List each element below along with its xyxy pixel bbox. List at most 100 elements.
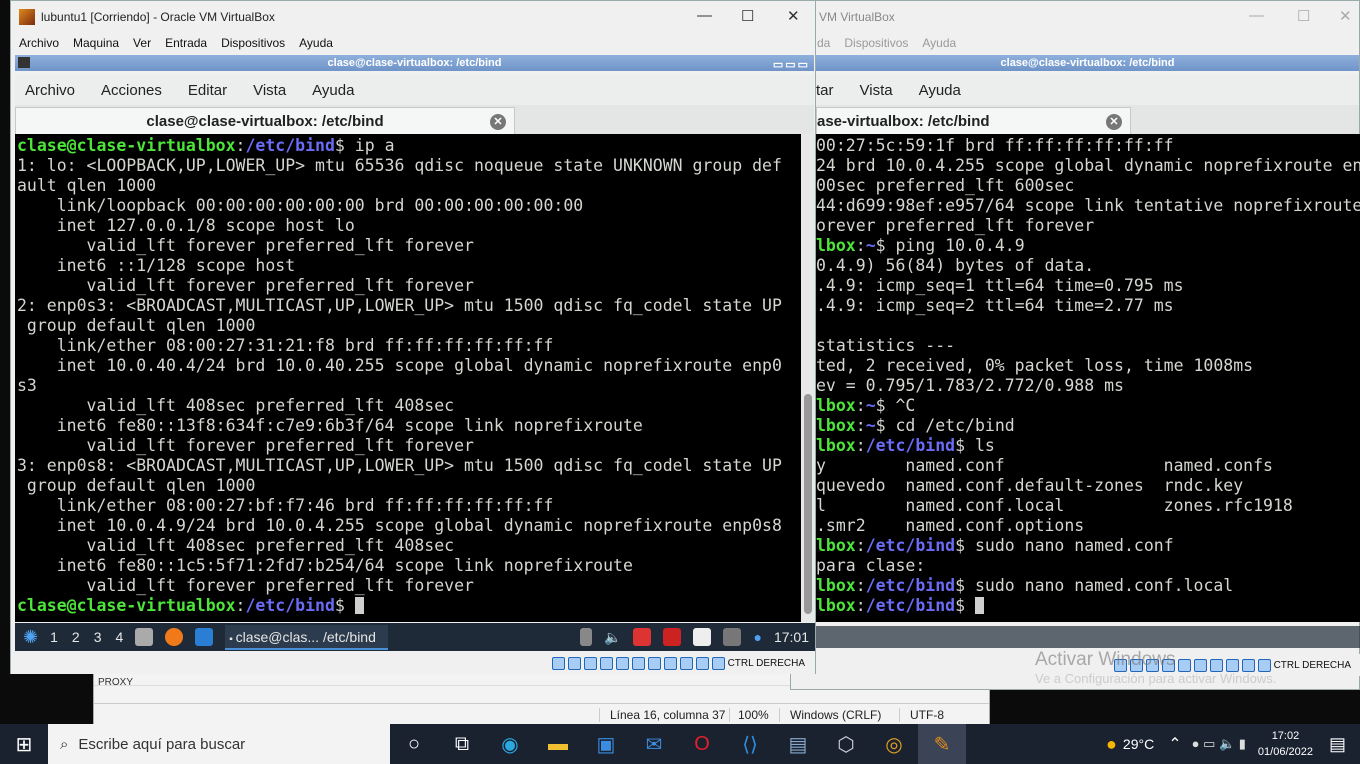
bluetooth-icon[interactable]: ●	[753, 629, 761, 645]
edge-icon[interactable]: ◉	[486, 724, 534, 764]
host-key-label: CTRL DERECHA	[1273, 659, 1351, 671]
maximize-button[interactable]: ☐	[1297, 7, 1310, 25]
workspace-3[interactable]: 3	[94, 629, 102, 645]
status-zoom: 100%	[729, 707, 779, 722]
close-tab-icon[interactable]: ✕	[490, 114, 506, 130]
menu-item[interactable]: Vista	[253, 82, 286, 99]
notepad-icon[interactable]: ▤	[774, 724, 822, 764]
right-terminal-output[interactable]: 00:27:5c:59:1f brd ff:ff:ff:ff:ff:ff 24 b…	[816, 134, 1360, 622]
weather-temp[interactable]: 29°C	[1123, 736, 1154, 752]
menu-item[interactable]: Maquina	[73, 36, 119, 50]
prompt-line: clase@clase-virtualbox:/etc/bind$ ip a	[17, 136, 395, 155]
opera-icon[interactable]: O	[678, 724, 726, 764]
output-line: valid_lft 408sec preferred_lft 408sec	[17, 536, 455, 555]
prompt-path: /etc/bind	[865, 436, 956, 455]
output-line: valid_lft forever preferred_lft forever	[17, 276, 474, 295]
cortana-icon[interactable]: ○	[390, 724, 438, 764]
virtualbox-3d-icon[interactable]: ⬡	[822, 724, 870, 764]
network-icon[interactable]	[633, 628, 652, 646]
menu-item[interactable]: Dispositivos	[221, 36, 285, 50]
output-line: 1: lo: <LOOPBACK,UP,LOWER_UP> mtu 65536 …	[17, 156, 782, 175]
search-box[interactable]: ⌕ Escribe aquí para buscar	[48, 724, 390, 764]
output-line: link/loopback 00:00:00:00:00:00 brd 00:0…	[17, 196, 584, 215]
left-terminal-output[interactable]: clase@clase-virtualbox:/etc/bind$ ip a 1:…	[15, 134, 801, 622]
output-line: .smr2 named.conf.options	[816, 516, 1085, 535]
menu-item[interactable]: Archivo	[25, 82, 75, 99]
start-button[interactable]: ⊞	[0, 724, 48, 764]
menu-item[interactable]: Ayuda	[922, 36, 956, 50]
lubuntu-taskbar: ✺ 1234 ▪ clase@clas... /etc/bind 🔈 ● 17:…	[15, 623, 815, 651]
menu-item[interactable]: da	[817, 36, 830, 50]
menu-item[interactable]: Acciones	[101, 82, 162, 99]
lubuntu-menu-icon[interactable]: ✺	[23, 627, 38, 648]
prompt-path: /etc/bind	[245, 596, 335, 615]
menu-item[interactable]: Dispositivos	[844, 36, 908, 50]
mail-icon[interactable]: ✉	[630, 724, 678, 764]
notepad-statusbar: Línea 16, columna 37 100% Windows (CRLF)…	[94, 703, 989, 725]
tab-label: clase@clase-virtualbox: /etc/bind	[146, 112, 384, 130]
prompt-path: /etc/bind	[865, 536, 956, 555]
prompt-user: lbox	[816, 436, 856, 455]
chrome-icon[interactable]: ◎	[870, 724, 918, 764]
tray-chevron-icon[interactable]: ⌃	[1168, 734, 1181, 754]
output-line: inet6 fe80::13f8:634f:c7e9:6b3f/64 scope…	[17, 416, 643, 435]
file-manager-icon[interactable]	[135, 628, 154, 646]
close-button[interactable]: ✕	[1339, 7, 1352, 25]
menu-item[interactable]: Ayuda	[299, 36, 333, 50]
prompt-path: /etc/bind	[865, 596, 956, 615]
menu-item[interactable]: Editar	[188, 82, 227, 99]
workspace-4[interactable]: 4	[115, 629, 123, 645]
maximize-button[interactable]: ☐	[741, 7, 754, 25]
tray-icons[interactable]: ● ▭ 🔈 ▮	[1192, 736, 1246, 752]
battery-icon[interactable]	[663, 628, 682, 646]
vscode-icon[interactable]: ⟨⟩	[726, 724, 774, 764]
screen-icon[interactable]	[723, 628, 742, 646]
minimize-button[interactable]: —	[697, 7, 712, 24]
volume-icon[interactable]: 🔈	[604, 629, 621, 646]
notifications-icon[interactable]: ▤	[1329, 734, 1346, 755]
menu-item[interactable]: Entrada	[165, 36, 207, 50]
virtualbox-taskbar-icon[interactable]: ✎	[918, 724, 966, 764]
right-terminal-tab[interactable]: ase-virtualbox: /etc/bind ✕	[816, 107, 1131, 135]
taskbar-task-terminal[interactable]: ▪ clase@clas... /etc/bind	[225, 624, 388, 650]
output-line: link/ether 08:00:27:31:21:f8 brd ff:ff:f…	[17, 336, 554, 355]
menu-item[interactable]: Archivo	[19, 36, 59, 50]
prompt-path: ~	[865, 396, 876, 415]
menu-item[interactable]: Ayuda	[312, 82, 354, 99]
menu-item[interactable]: Ver	[133, 36, 151, 50]
clock[interactable]: 17:02 01/06/2022	[1258, 728, 1313, 760]
workspace-switcher[interactable]: 1234	[50, 629, 123, 645]
close-button[interactable]: ✕	[787, 7, 800, 25]
left-vm-title: lubuntu1 [Corriendo] - Oracle VM Virtual…	[41, 10, 275, 24]
minimize-button[interactable]: —	[1249, 7, 1264, 24]
prompt-user: lbox	[816, 236, 856, 255]
clipboard-icon[interactable]	[693, 628, 712, 646]
window-buttons[interactable]: ▭▭▭	[773, 57, 810, 73]
update-icon[interactable]	[580, 628, 593, 646]
output-line: l named.conf.local zones.rfc1918	[816, 496, 1293, 515]
prompt-user: lbox	[816, 416, 856, 435]
close-tab-icon[interactable]: ✕	[1106, 114, 1122, 130]
terminal-scrollbar[interactable]	[801, 134, 815, 622]
prompt-path: /etc/bind	[865, 576, 956, 595]
menu-item[interactable]: Vista	[860, 82, 893, 99]
prompt-line: lbox:/etc/bind$ sudo nano named.conf.loc…	[816, 576, 1234, 595]
file-explorer-icon[interactable]: ▬	[534, 724, 582, 764]
command: ping 10.0.4.9	[885, 236, 1025, 255]
search-placeholder: Escribe aquí para buscar	[78, 735, 246, 753]
firefox-icon[interactable]	[165, 628, 184, 646]
store-icon[interactable]: ▣	[582, 724, 630, 764]
desktop-icon[interactable]	[195, 628, 214, 646]
weather-icon[interactable]: ●	[1106, 734, 1117, 755]
task-view-icon[interactable]: ⧉	[438, 724, 486, 764]
menu-item[interactable]: Ayuda	[919, 82, 961, 99]
right-vm-title: VM VirtualBox	[819, 10, 895, 24]
right-terminal-menubar: tar Vista Ayuda	[816, 75, 1359, 105]
workspace-1[interactable]: 1	[50, 629, 58, 645]
search-icon: ⌕	[60, 735, 69, 753]
output-line: y named.conf named.confs	[816, 456, 1273, 475]
left-terminal-tab[interactable]: clase@clase-virtualbox: /etc/bind ✕	[15, 107, 515, 135]
workspace-2[interactable]: 2	[72, 629, 80, 645]
output-line: s3	[17, 376, 37, 395]
menu-item[interactable]: tar	[816, 82, 834, 99]
